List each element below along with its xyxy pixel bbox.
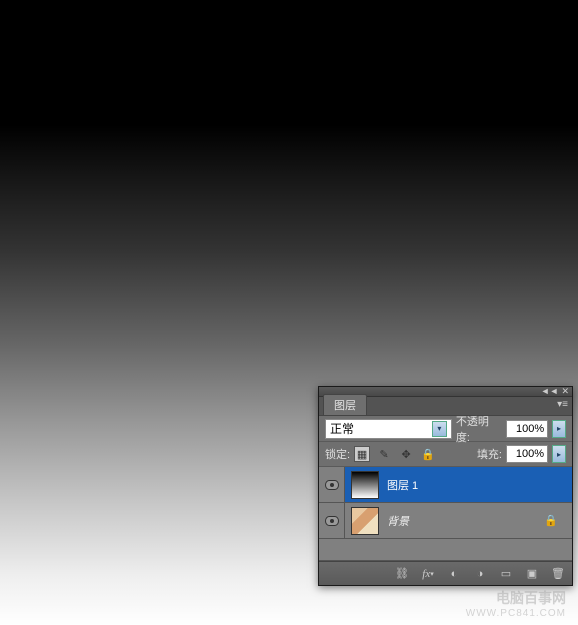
new-layer-icon[interactable]: ▣	[524, 566, 540, 582]
layers-list: 图层 1 背景 🔒	[319, 467, 572, 561]
group-icon[interactable]: ▭	[498, 566, 514, 582]
eye-icon	[325, 516, 339, 526]
opacity-label: 不透明度:	[456, 413, 503, 445]
layer-row[interactable]: 图层 1	[319, 467, 572, 503]
lock-brush-icon[interactable]: ✎	[376, 446, 392, 462]
visibility-toggle[interactable]	[319, 467, 345, 502]
lock-label: 锁定:	[325, 446, 350, 462]
lock-indicator-icon: 🔒	[544, 514, 558, 527]
link-icon[interactable]: ⛓	[394, 566, 410, 582]
fill-label: 填充:	[477, 446, 502, 462]
watermark-url: WWW.PC841.COM	[466, 608, 566, 619]
trash-icon[interactable]: 🗑	[550, 566, 566, 582]
blend-mode-select[interactable]: 正常 ▾	[325, 419, 452, 439]
collapse-icon[interactable]: ◄◄	[541, 387, 559, 396]
fill-flyout-icon[interactable]: ▸	[552, 445, 566, 463]
tab-layers[interactable]: 图层	[323, 394, 367, 415]
empty-layer-area	[319, 539, 572, 561]
panel-footer: ⛓ fx▾ ◐ ◑ ▭ ▣ 🗑	[319, 561, 572, 585]
opacity-input[interactable]: 100%	[506, 420, 548, 438]
fx-icon[interactable]: fx▾	[420, 566, 436, 582]
eye-icon	[325, 480, 339, 490]
layer-thumbnail[interactable]	[351, 471, 379, 499]
layer-content[interactable]: 图层 1	[345, 467, 572, 502]
panel-tabs: 图层 ▾≡	[319, 397, 572, 415]
layer-content[interactable]: 背景 🔒	[345, 503, 572, 538]
adjustment-icon[interactable]: ◑	[472, 566, 488, 582]
mask-icon[interactable]: ◐	[446, 566, 462, 582]
lock-move-icon[interactable]: ✥	[398, 446, 414, 462]
fill-input[interactable]: 100%	[506, 445, 548, 463]
blend-mode-value: 正常	[330, 420, 354, 437]
close-icon[interactable]: ✕	[561, 387, 569, 396]
chevron-down-icon: ▾	[432, 421, 447, 437]
visibility-toggle[interactable]	[319, 503, 345, 538]
layers-panel: ◄◄ ✕ 图层 ▾≡ 正常 ▾ 不透明度: 100% ▸ 锁定: ▦ ✎ ✥ 🔒	[318, 386, 573, 586]
lock-transparency-icon[interactable]: ▦	[354, 446, 370, 462]
lock-fill-row: 锁定: ▦ ✎ ✥ 🔒 填充: 100% ▸	[319, 442, 572, 467]
watermark: 电脑百事网 WWW.PC841.COM	[466, 588, 566, 619]
layer-row[interactable]: 背景 🔒	[319, 503, 572, 539]
layer-name: 背景	[387, 513, 409, 529]
layer-name: 图层 1	[387, 477, 418, 493]
layer-thumbnail[interactable]	[351, 507, 379, 535]
lock-all-icon[interactable]: 🔒	[420, 446, 436, 462]
panel-body: 正常 ▾ 不透明度: 100% ▸ 锁定: ▦ ✎ ✥ 🔒 填充: 100% ▸	[319, 415, 572, 585]
panel-menu-icon[interactable]: ▾≡	[557, 399, 568, 410]
opacity-flyout-icon[interactable]: ▸	[552, 420, 566, 438]
blend-opacity-row: 正常 ▾ 不透明度: 100% ▸	[319, 416, 572, 442]
lock-icons: ▦ ✎ ✥ 🔒	[354, 446, 436, 462]
watermark-text: 电脑百事网	[466, 588, 566, 608]
